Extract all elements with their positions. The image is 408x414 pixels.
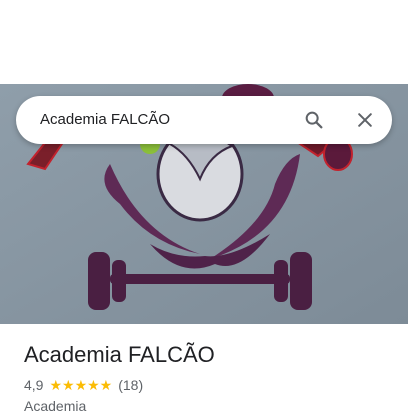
rating-value: 4,9: [24, 377, 44, 393]
review-count[interactable]: (18): [118, 377, 143, 393]
close-button[interactable]: [349, 104, 381, 136]
close-icon: [358, 113, 372, 127]
rating-stars: ★★★★★: [49, 376, 113, 393]
rating-row[interactable]: 4,9 ★★★★★ (18): [24, 376, 143, 394]
map-top-area: [0, 0, 408, 84]
search-input[interactable]: Academia FALCÃO: [40, 96, 280, 144]
place-details-panel: Academia FALCÃO 4,9 ★★★★★ (18) Academia: [0, 324, 408, 414]
place-title: Academia FALCÃO: [24, 342, 215, 367]
place-category[interactable]: Academia: [24, 398, 86, 414]
search-icon: [305, 111, 323, 129]
search-button[interactable]: [298, 104, 330, 136]
search-bar[interactable]: Academia FALCÃO: [16, 96, 392, 144]
